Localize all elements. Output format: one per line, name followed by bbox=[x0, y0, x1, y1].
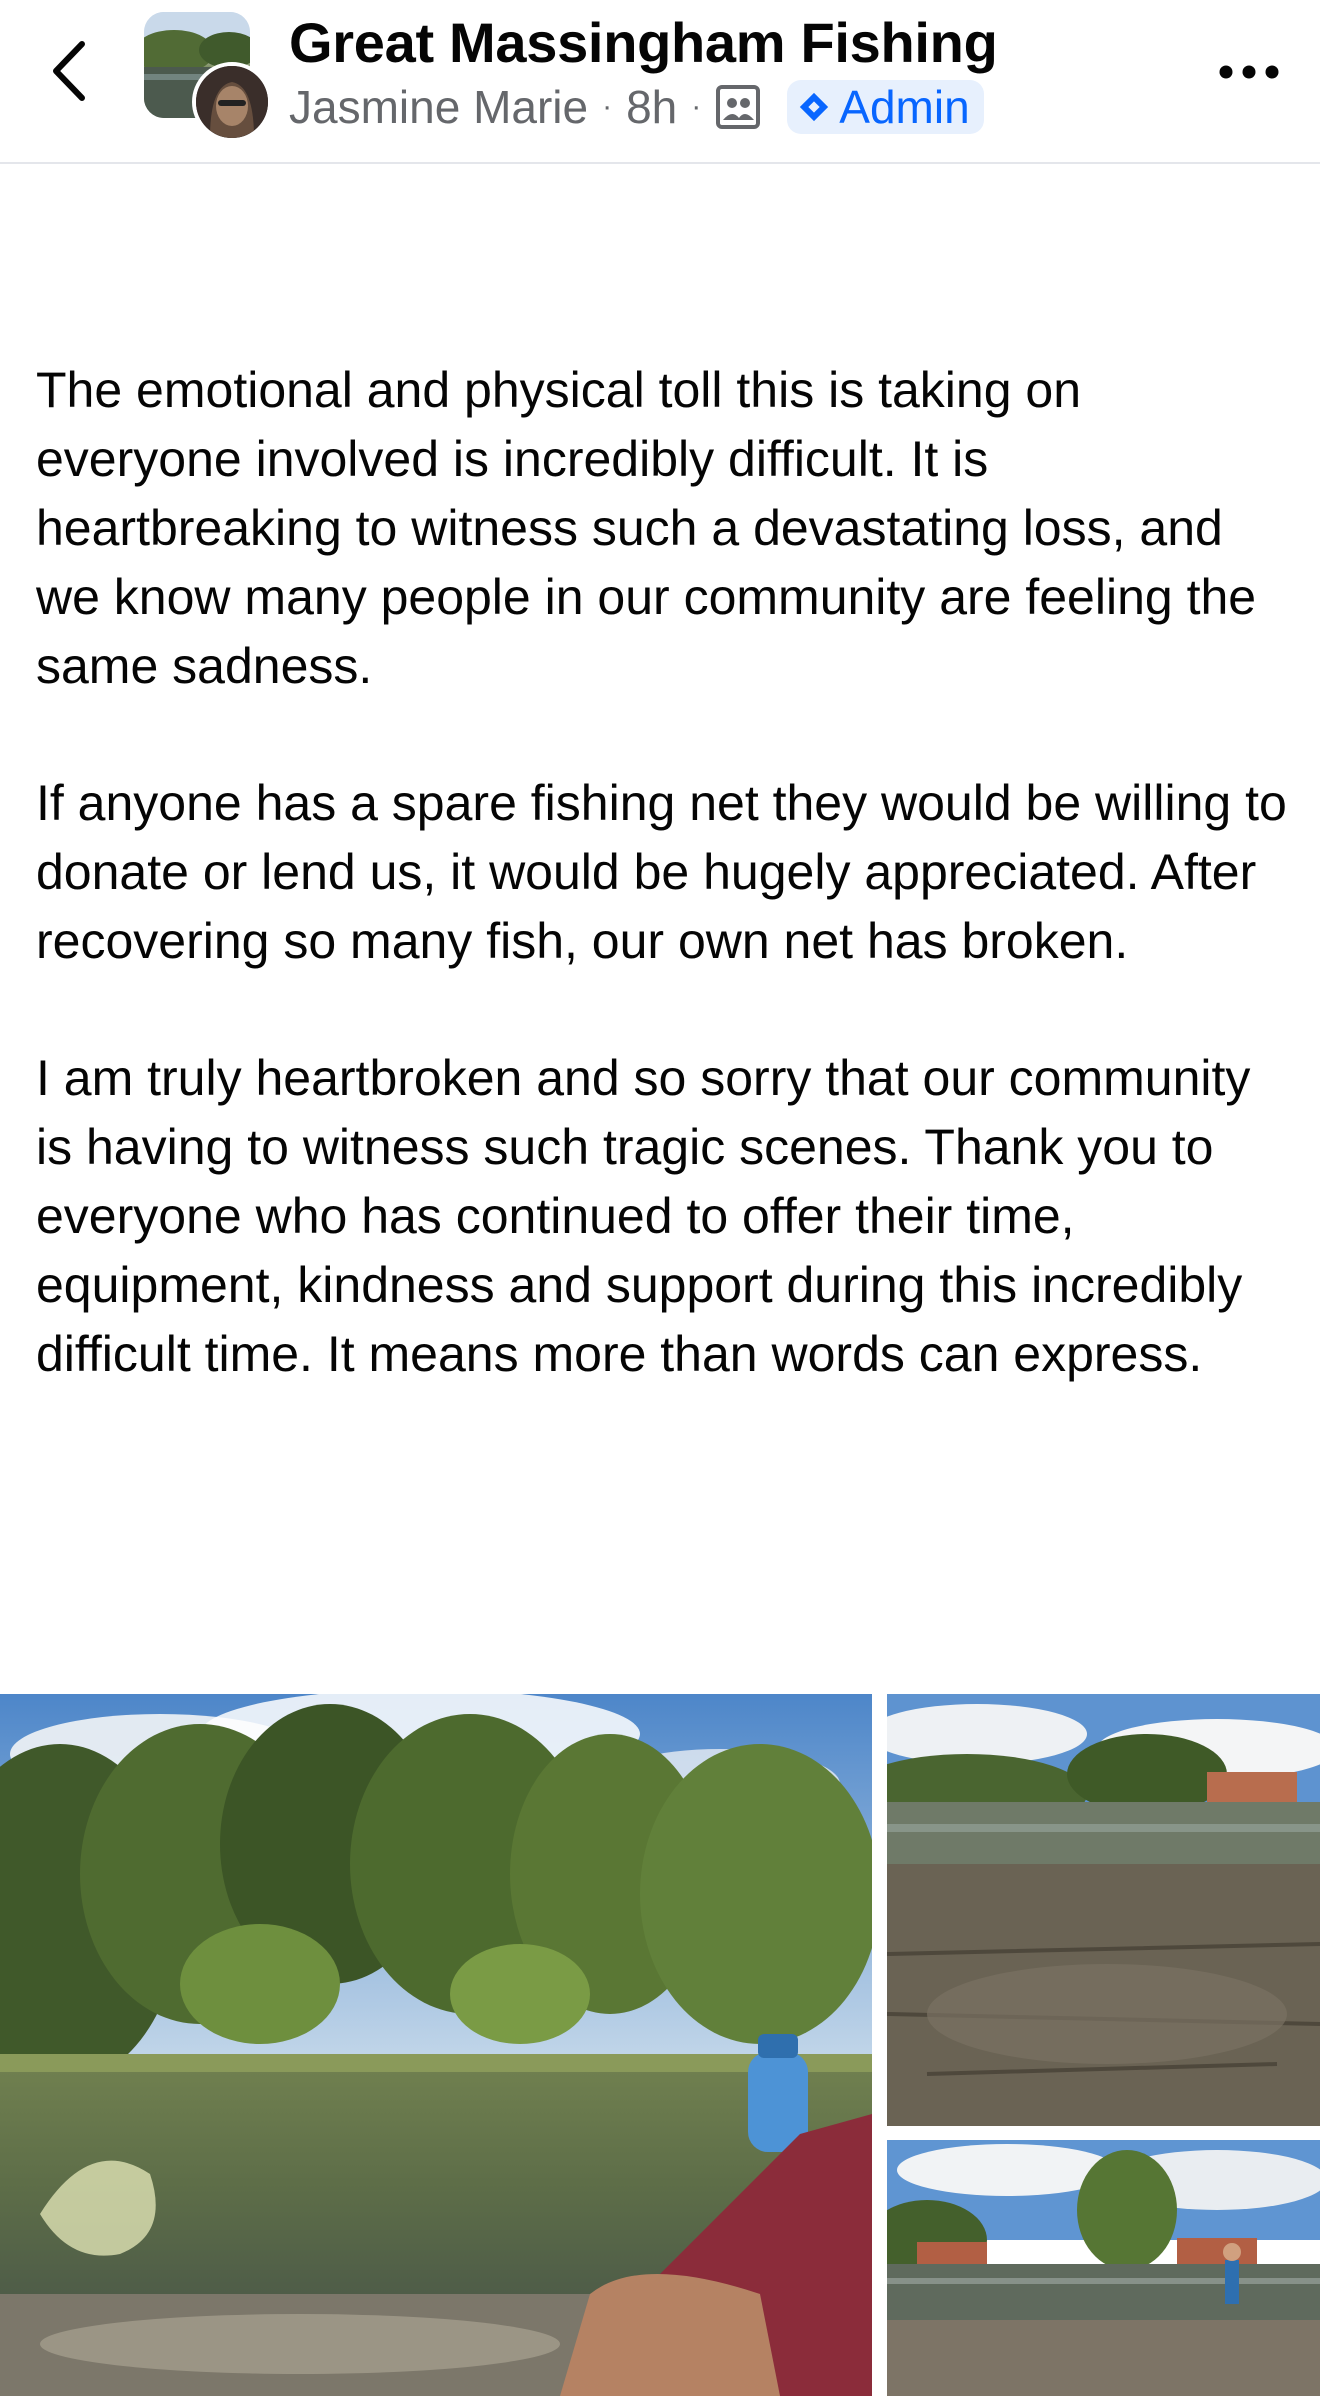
meta-separator: · bbox=[691, 90, 702, 123]
admin-diamond-icon bbox=[800, 92, 829, 122]
post-meta: Jasmine Marie · 8h · Admin bbox=[289, 76, 984, 138]
chevron-left-icon bbox=[53, 41, 85, 101]
admin-label: Admin bbox=[839, 81, 970, 133]
group-members-icon bbox=[716, 85, 761, 129]
more-options-button[interactable] bbox=[1214, 52, 1284, 92]
post-paragraph: The emotional and physical toll this is … bbox=[36, 362, 1257, 694]
group-name[interactable]: Great Massingham Fishing bbox=[289, 10, 998, 75]
photo-pond-houses[interactable] bbox=[887, 2140, 1320, 2396]
post-paragraph: If anyone has a spare fishing net they w… bbox=[36, 775, 1287, 969]
post-time[interactable]: 8h bbox=[626, 80, 677, 134]
photo-grid bbox=[0, 1694, 1320, 2396]
admin-badge[interactable]: Admin bbox=[787, 80, 984, 134]
photo-dried-pond[interactable] bbox=[887, 1694, 1320, 2126]
post-body: The emotional and physical toll this is … bbox=[36, 356, 1296, 1389]
meta-separator: · bbox=[602, 90, 613, 123]
post-paragraph: I am truly heartbroken and so sorry that… bbox=[36, 1050, 1251, 1382]
author-avatar[interactable] bbox=[192, 62, 272, 142]
author-name[interactable]: Jasmine Marie bbox=[289, 80, 588, 134]
post-header: Great Massingham Fishing Jasmine Marie ·… bbox=[0, 0, 1320, 164]
back-button[interactable] bbox=[40, 36, 100, 106]
photo-pond-trees[interactable] bbox=[0, 1694, 872, 2396]
avatar-stack[interactable] bbox=[144, 12, 272, 142]
more-options-icon bbox=[1219, 65, 1279, 79]
